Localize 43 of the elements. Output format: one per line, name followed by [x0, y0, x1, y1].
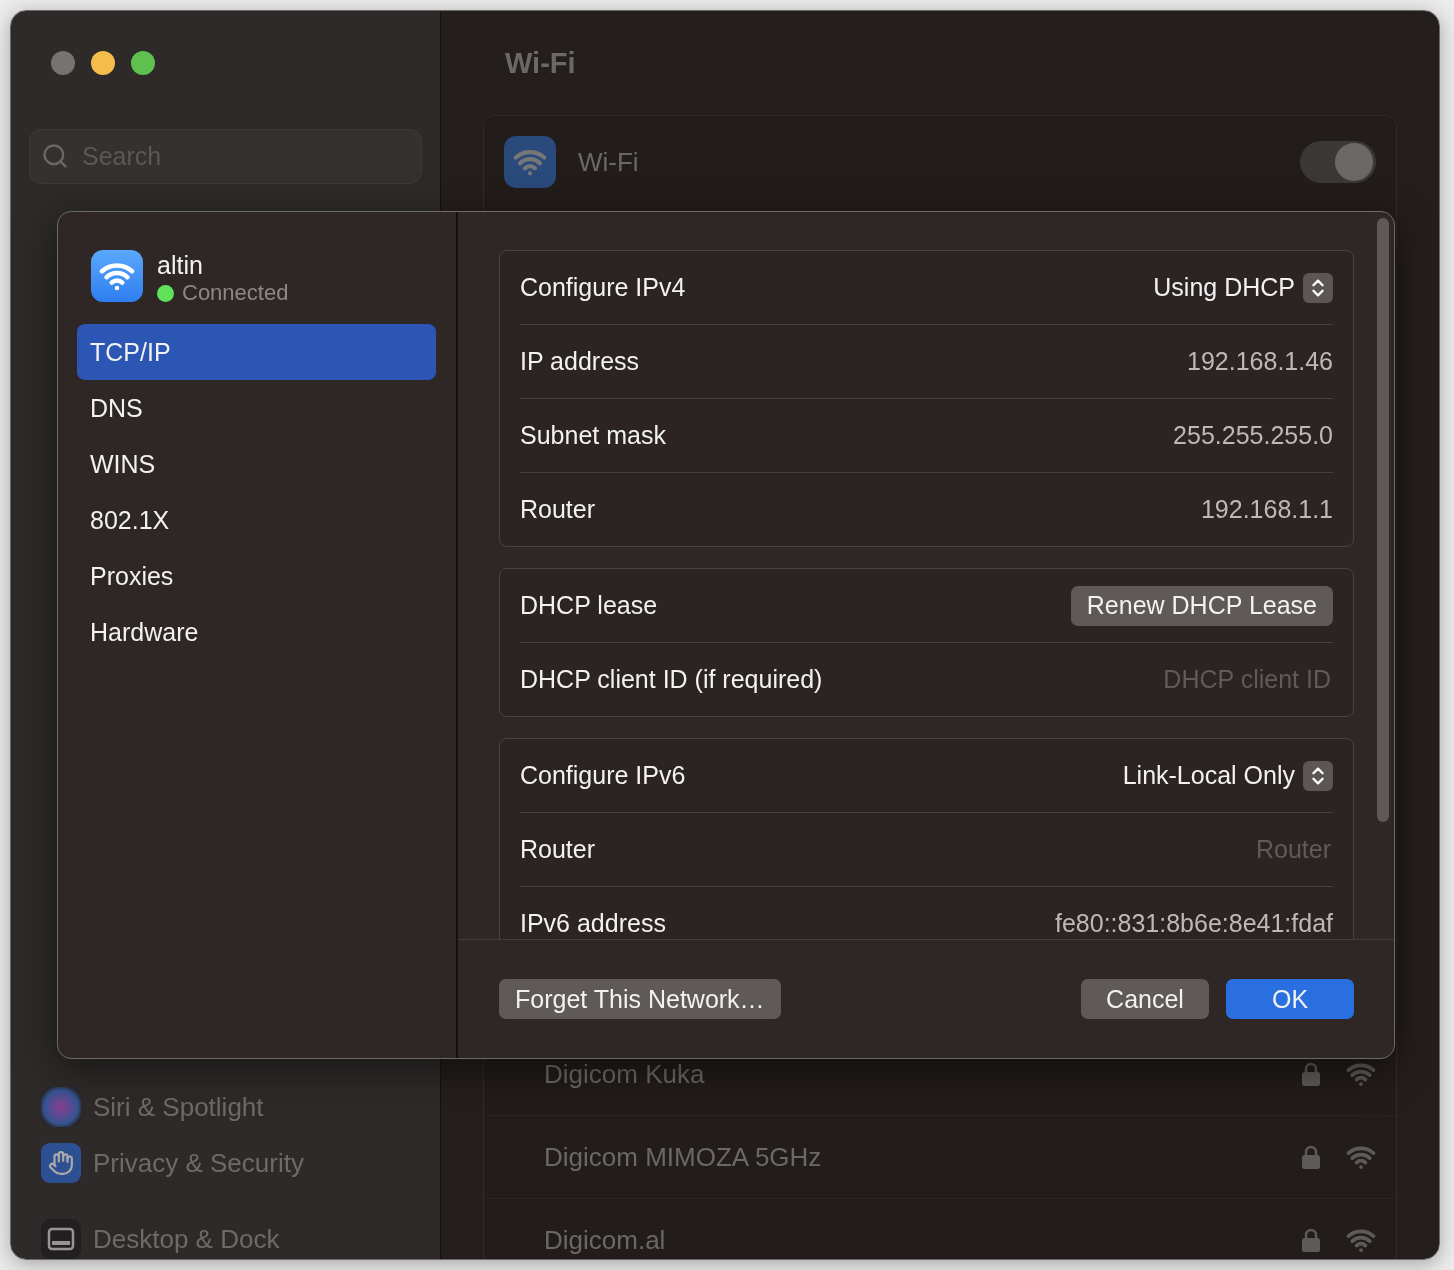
setting-label: Router [520, 495, 596, 524]
cancel-button[interactable]: Cancel [1081, 979, 1209, 1019]
network-name: altin [157, 250, 204, 280]
stepper-icon [1303, 760, 1333, 791]
connection-status: Connected [182, 280, 289, 306]
settings-tab[interactable]: TCP/IP [77, 324, 436, 380]
close-button[interactable] [51, 51, 75, 75]
setting-label: IP address [520, 347, 640, 376]
renew-lease-button[interactable]: Renew DHCP Lease [1070, 585, 1333, 626]
setting-label: IPv6 address [520, 909, 666, 938]
zoom-button[interactable] [131, 51, 155, 75]
settings-tab[interactable]: DNS [77, 380, 436, 436]
settings-tab[interactable]: WINS [77, 436, 436, 492]
search-icon [41, 142, 69, 170]
setting-value: fe80::831:8b6e:8e41:fdaf [1054, 909, 1333, 938]
settings-tab[interactable]: 802.1X [77, 492, 436, 548]
setting-label: DHCP client ID (if required) [520, 665, 823, 694]
ok-button[interactable]: OK [1226, 979, 1354, 1019]
forget-network-button[interactable]: Forget This Network… [499, 979, 781, 1019]
wifi-toggle[interactable] [1300, 141, 1376, 183]
setting-label: Subnet mask [520, 421, 666, 450]
dock-icon [41, 1219, 81, 1259]
setting-label: Configure IPv6 [520, 761, 686, 790]
setting-value: 192.168.1.1 [1200, 495, 1333, 524]
setting-value: 192.168.1.46 [1187, 347, 1333, 376]
wifi-label: Wi-Fi [578, 146, 639, 178]
popup-menu[interactable]: Link-Local Only [1122, 760, 1333, 791]
wifi-icon [91, 250, 143, 302]
siri-icon [41, 1087, 81, 1127]
settings-tab[interactable]: Hardware [77, 604, 436, 660]
page-title: Wi-Fi [504, 45, 577, 81]
setting-label: Configure IPv4 [520, 273, 686, 302]
setting-value: 255.255.255.0 [1173, 421, 1333, 450]
minimize-button[interactable] [91, 51, 115, 75]
stepper-icon [1303, 272, 1333, 303]
setting-label: Router [520, 835, 596, 864]
popup-menu[interactable]: Using DHCP [1153, 272, 1333, 303]
status-dot [157, 284, 174, 302]
setting-label: DHCP lease [520, 591, 658, 620]
hand-icon [41, 1143, 81, 1183]
wifi-icon [504, 136, 556, 188]
settings-tab[interactable]: Proxies [77, 548, 436, 604]
scrollbar[interactable] [1377, 218, 1389, 822]
